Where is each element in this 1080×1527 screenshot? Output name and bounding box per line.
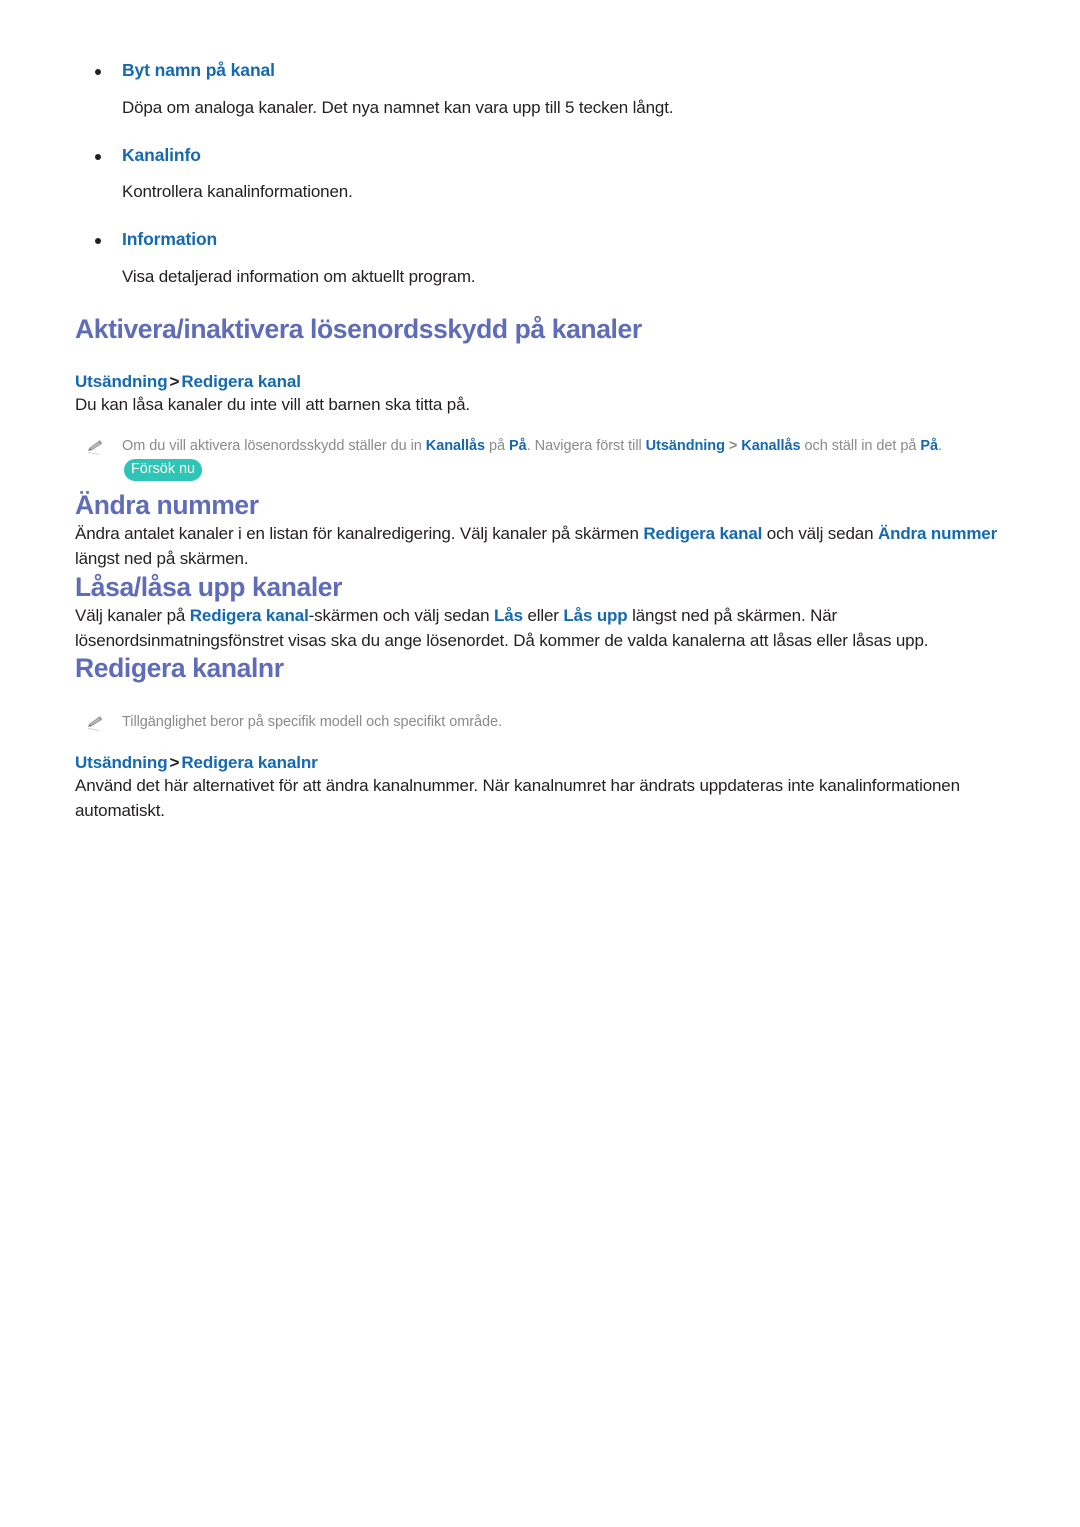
content-column: Byt namn på kanal Döpa om analoga kanale…	[75, 60, 1013, 824]
bullet-dot-icon	[95, 69, 101, 75]
note-text-part1: Om du vill aktivera lösenordsskydd ställ…	[122, 438, 426, 455]
body-term-redigera-kanal: Redigera kanal	[189, 605, 309, 625]
note-text-part2: på	[485, 438, 510, 455]
bullet-label: Information	[122, 229, 218, 250]
note-text-part3: . Navigera först till	[526, 438, 646, 455]
section-body: Välj kanaler på Redigera kanal-skärmen o…	[75, 604, 1013, 654]
breadcrumb-item-1[interactable]: Utsändning	[75, 372, 168, 391]
note-term-pa-2: På	[920, 438, 939, 455]
bullet-description: Döpa om analoga kanaler. Det nya namnet …	[122, 97, 674, 117]
breadcrumb-item-1[interactable]: Utsändning	[75, 753, 168, 772]
section-title-redigera-kanalnr: Redigera kanalnr	[75, 653, 284, 684]
bullet-heading-row: Kanalinfo	[75, 145, 1013, 167]
breadcrumb-item-2[interactable]: Redigera kanal	[181, 372, 301, 391]
body-part1: Välj kanaler på	[75, 605, 190, 625]
note-text-part5: .	[938, 438, 943, 455]
body-term-andra-nummer: Ändra nummer	[877, 523, 998, 543]
section-body: Du kan låsa kanaler du inte vill att bar…	[75, 395, 470, 415]
section-body: Använd det här alternativet för att ändr…	[75, 775, 960, 820]
body-part3: längst ned på skärmen.	[75, 548, 249, 568]
note-text: Tillgänglighet beror på specifik modell …	[122, 714, 503, 731]
breadcrumb-separator: >	[169, 752, 180, 772]
bullet-description: Kontrollera kanalinformationen.	[122, 182, 353, 202]
pencil-icon	[87, 716, 103, 732]
note-term-kanallas-1: Kanallås	[425, 438, 486, 455]
breadcrumb-separator: >	[169, 372, 180, 392]
body-part3: eller	[522, 605, 564, 625]
note-separator: >	[724, 438, 742, 455]
breadcrumb: Utsändning > Redigera kanal	[75, 371, 1013, 393]
list-item: Byt namn på kanal Döpa om analoga kanale…	[75, 60, 1013, 121]
body-part2: och välj sedan	[762, 523, 878, 543]
note-term-utsandning: Utsändning	[645, 438, 725, 455]
note-block: Om du vill aktivera lösenordsskydd ställ…	[75, 435, 1013, 490]
manual-page: Byt namn på kanal Döpa om analoga kanale…	[0, 0, 1080, 1527]
section-title-password-protection: Aktivera/inaktivera lösenordsskydd på ka…	[75, 313, 642, 344]
bullet-label: Kanalinfo	[122, 144, 201, 165]
breadcrumb-item-2[interactable]: Redigera kanalnr	[181, 753, 317, 772]
body-term-redigera-kanal: Redigera kanal	[643, 523, 763, 543]
bullet-description: Visa detaljerad information om aktuellt …	[122, 266, 476, 286]
option-bullet-list: Byt namn på kanal Döpa om analoga kanale…	[75, 60, 1013, 290]
note-text-part4: och ställ in det på	[800, 438, 921, 455]
bullet-heading-row: Information	[75, 229, 1013, 251]
try-now-badge[interactable]: Försök nu	[124, 458, 203, 482]
section-title-andra-nummer: Ändra nummer	[75, 489, 259, 520]
bullet-dot-icon	[95, 238, 101, 245]
body-term-las: Lås	[494, 605, 523, 625]
body-part1: Ändra antalet kanaler i en listan för ka…	[75, 523, 644, 543]
note-term-pa-1: På	[509, 438, 527, 455]
bullet-heading-row: Byt namn på kanal	[75, 60, 1013, 82]
bullet-dot-icon	[95, 153, 101, 160]
pencil-icon	[87, 440, 103, 456]
list-item: Kanalinfo Kontrollera kanalinformationen…	[75, 145, 1013, 206]
breadcrumb: Utsändning > Redigera kanalnr	[75, 752, 1013, 774]
note-term-kanallas-2: Kanallås	[741, 438, 801, 455]
bullet-label: Byt namn på kanal	[122, 60, 275, 80]
section-title-lasa-upp-kanaler: Låsa/låsa upp kanaler	[75, 571, 343, 602]
list-item: Information Visa detaljerad information …	[75, 229, 1013, 290]
body-part2: -skärmen och välj sedan	[308, 605, 495, 625]
section-body: Ändra antalet kanaler i en listan för ka…	[75, 522, 1013, 572]
body-term-las-upp: Lås upp	[563, 605, 628, 625]
note-block: Tillgänglighet beror på specifik modell …	[75, 711, 1013, 734]
